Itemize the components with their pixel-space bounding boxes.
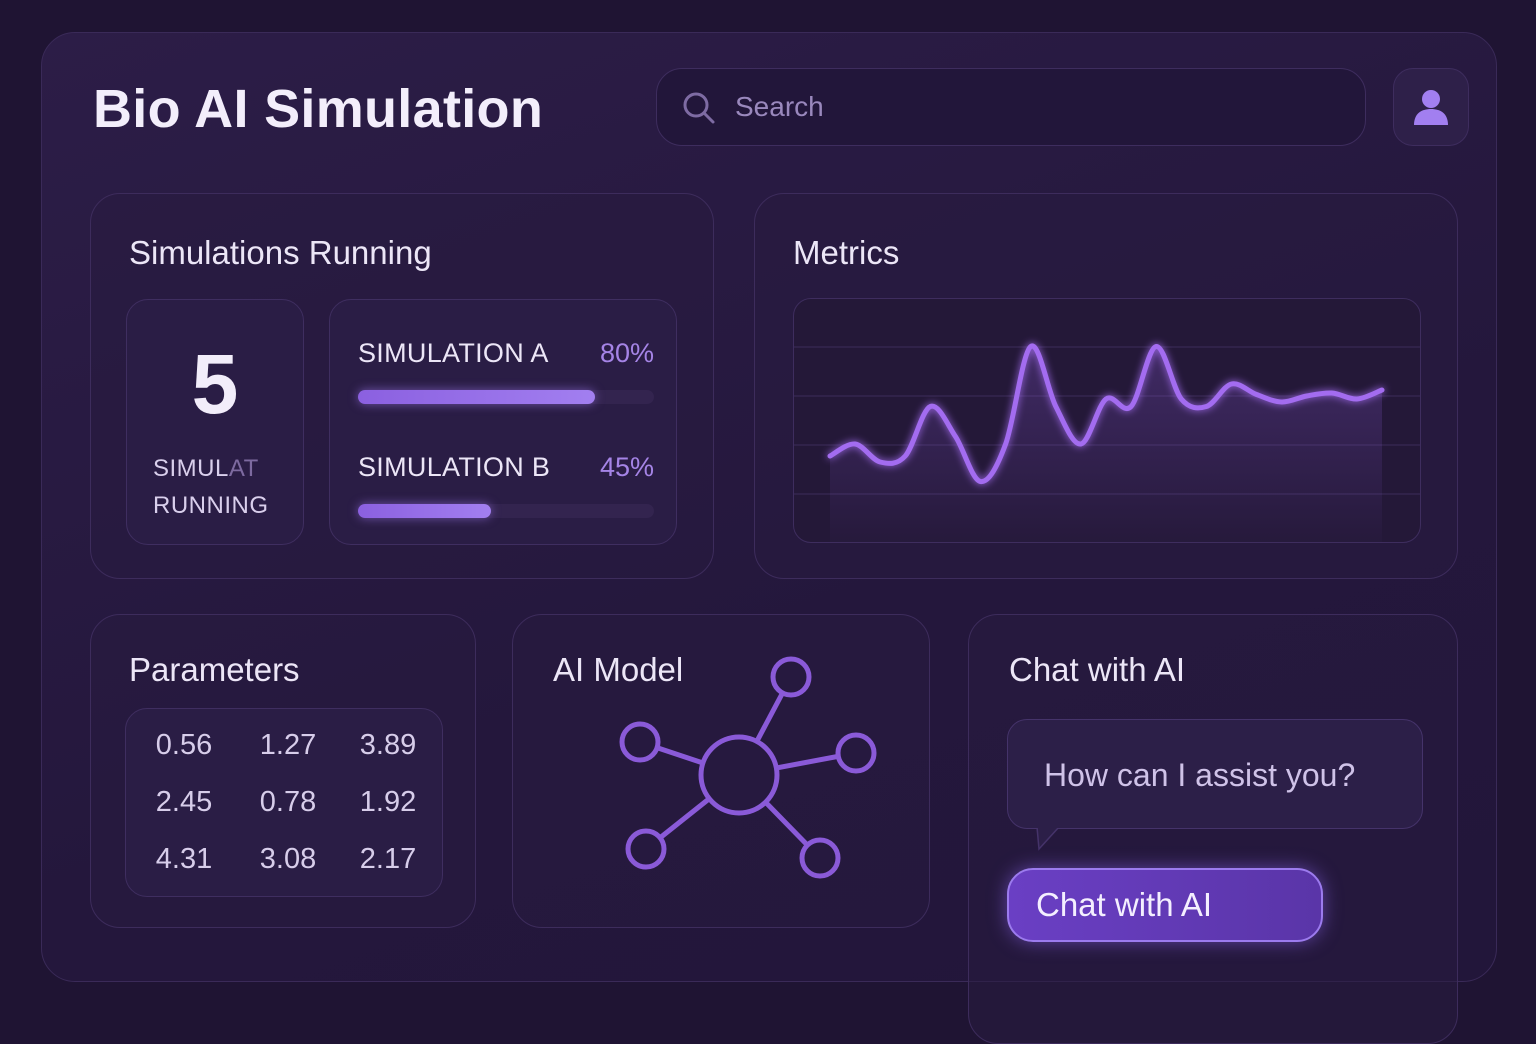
parameters-card: Parameters 0.56 1.27 3.89 2.45 0.78 1.92… — [90, 614, 476, 928]
count-label-line1-b: AT — [228, 455, 259, 482]
simulation-name: SIMULATION A — [358, 338, 549, 368]
bubble-tail — [1036, 827, 1062, 851]
parameter-value[interactable]: 3.89 — [338, 729, 438, 762]
user-icon — [1414, 90, 1448, 125]
running-count: 5 — [191, 337, 239, 431]
simulation-percent: 45% — [599, 452, 654, 482]
metrics-chart-svg — [794, 343, 1420, 542]
ai-model-card[interactable]: AI Model — [512, 614, 930, 928]
parameter-value[interactable]: 0.56 — [134, 729, 234, 762]
simulations-title: Simulations Running — [129, 234, 432, 271]
simulation-row[interactable]: SIMULATION B 45% — [358, 452, 654, 522]
chat-with-ai-button[interactable]: Chat with AI — [1007, 868, 1323, 942]
count-label-line2: RUNNING — [153, 492, 269, 519]
app-title: Bio AI Simulation — [93, 79, 544, 139]
running-count-label: SIMULAT RUNNING — [153, 450, 269, 524]
parameter-value[interactable]: 3.08 — [238, 843, 338, 876]
parameters-table: 0.56 1.27 3.89 2.45 0.78 1.92 4.31 3.08 … — [125, 708, 443, 897]
parameter-value[interactable]: 2.45 — [134, 786, 234, 819]
parameter-value[interactable]: 1.92 — [338, 786, 438, 819]
search-bar[interactable] — [656, 68, 1366, 146]
progress-track — [358, 504, 654, 518]
metrics-card: Metrics — [754, 193, 1458, 579]
search-input[interactable] — [735, 69, 1335, 145]
running-count-tile: 5 SIMULAT RUNNING — [126, 299, 304, 545]
parameters-title: Parameters — [129, 651, 300, 688]
count-label-line1-a: SIMUL — [153, 455, 229, 482]
parameter-value[interactable]: 2.17 — [338, 843, 438, 876]
simulation-percent: 80% — [599, 338, 654, 368]
progress-fill — [358, 390, 595, 404]
parameter-value[interactable]: 0.78 — [238, 786, 338, 819]
simulation-name: SIMULATION B — [358, 452, 551, 482]
chat-card: Chat with AI How can I assist you? Chat … — [968, 614, 1458, 1044]
chat-title: Chat with AI — [1009, 651, 1186, 688]
metrics-chart — [793, 298, 1421, 543]
metrics-title: Metrics — [793, 234, 900, 271]
progress-track — [358, 390, 654, 404]
simulations-card: Simulations Running 5 SIMULAT RUNNING SI… — [90, 193, 714, 579]
chat-prompt: How can I assist you? — [1044, 757, 1356, 793]
network-icon — [619, 656, 877, 879]
simulation-row[interactable]: SIMULATION A 80% — [358, 338, 654, 408]
chat-bubble: How can I assist you? — [1007, 719, 1423, 829]
search-icon — [683, 92, 715, 124]
simulation-progress-panel: SIMULATION A 80% SIMULATION B 45% — [329, 299, 677, 545]
parameter-value[interactable]: 4.31 — [134, 843, 234, 876]
profile-button[interactable] — [1393, 68, 1469, 146]
parameter-value[interactable]: 1.27 — [238, 729, 338, 762]
progress-fill — [358, 504, 492, 518]
